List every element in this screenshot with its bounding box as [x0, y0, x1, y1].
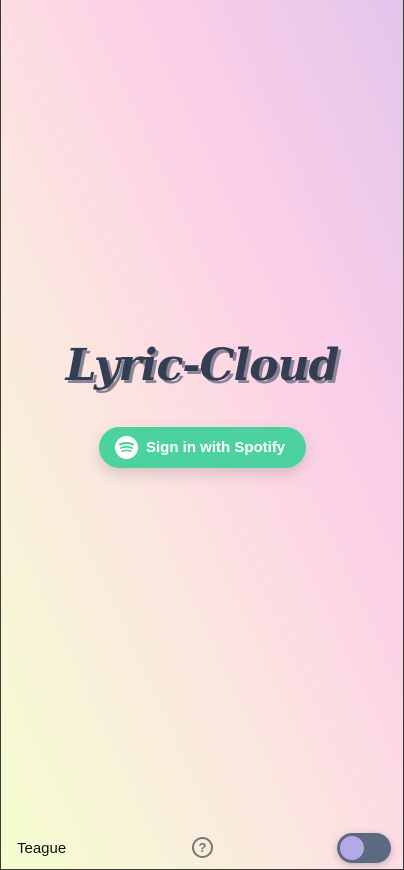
toggle-knob: [340, 836, 364, 860]
spotify-signin-label: Sign in with Spotify: [146, 439, 286, 456]
spotify-signin-button[interactable]: Sign in with Spotify: [99, 427, 306, 468]
spotify-icon: [115, 436, 138, 459]
author-name: Teague: [17, 840, 67, 857]
app-title: Lyric-Cloud: [65, 340, 340, 391]
help-icon[interactable]: ?: [192, 837, 213, 858]
theme-toggle[interactable]: [337, 833, 391, 863]
login-page: Lyric-Cloud Sign in with Spotify Teague …: [0, 0, 404, 870]
